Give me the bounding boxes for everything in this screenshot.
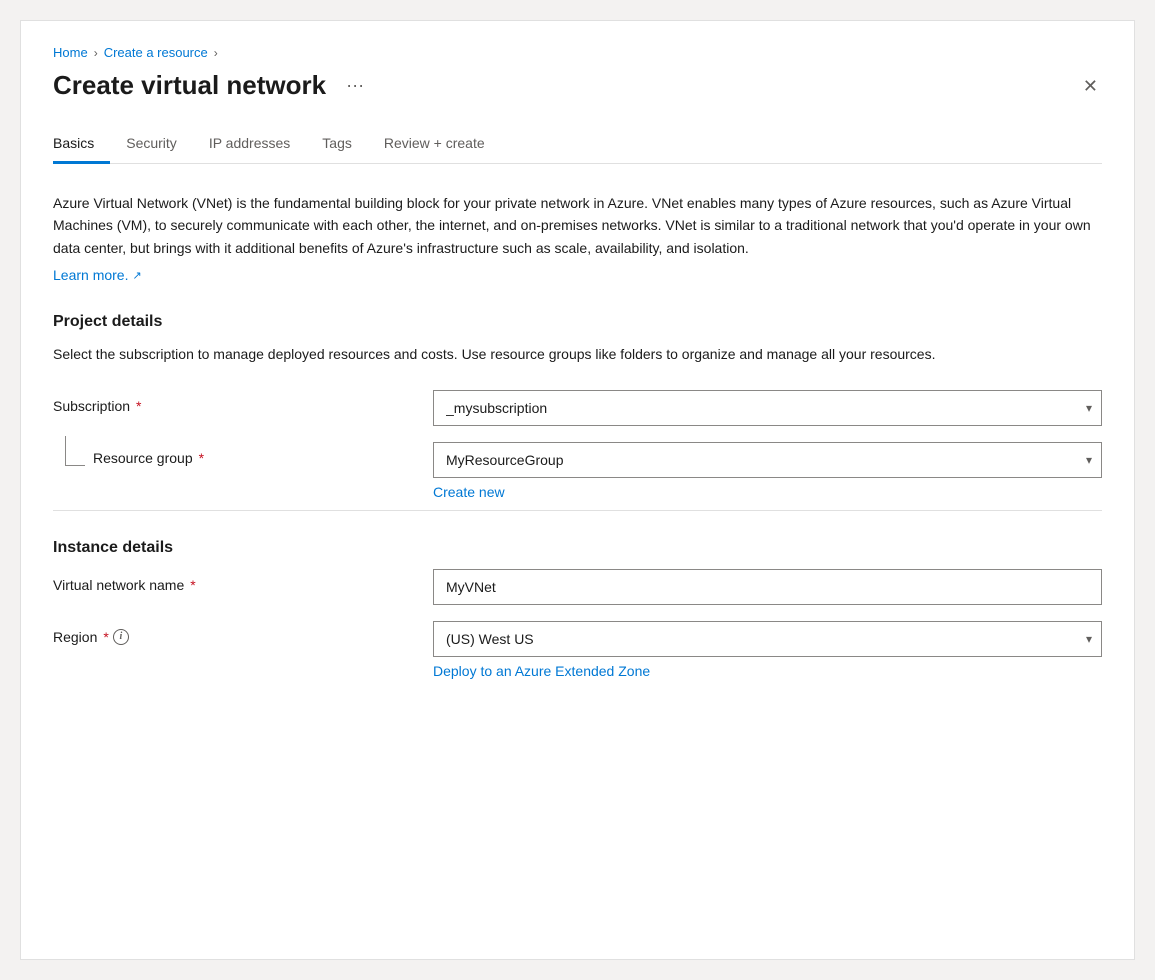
header-row: Create virtual network ··· ✕ <box>53 70 1102 101</box>
breadcrumb-sep-1: › <box>94 46 98 60</box>
more-options-button[interactable]: ··· <box>338 71 372 100</box>
project-details-title: Project details <box>53 313 1102 331</box>
region-dropdown[interactable]: (US) West US <box>433 621 1102 657</box>
create-new-link[interactable]: Create new <box>433 484 505 500</box>
subscription-row: Subscription * _mysubscription ▾ <box>53 390 1102 426</box>
vnet-name-required: * <box>190 577 195 593</box>
learn-more-link[interactable]: Learn more. ↗ <box>53 267 142 283</box>
subscription-label-col: Subscription * <box>53 390 433 414</box>
breadcrumb-sep-2: › <box>214 46 218 60</box>
tab-review-create[interactable]: Review + create <box>368 125 501 164</box>
tab-security[interactable]: Security <box>110 125 193 164</box>
rg-label-col: Resource group * <box>53 442 433 466</box>
breadcrumb: Home › Create a resource › <box>53 45 1102 60</box>
tab-tags[interactable]: Tags <box>306 125 368 164</box>
header-left: Create virtual network ··· <box>53 70 372 101</box>
subscription-dropdown-wrapper: _mysubscription ▾ <box>433 390 1102 426</box>
vnet-name-control <box>433 569 1102 605</box>
region-label: Region * i <box>53 629 433 645</box>
description-text: Azure Virtual Network (VNet) is the fund… <box>53 192 1093 259</box>
region-info-icon[interactable]: i <box>113 629 129 645</box>
rg-connector <box>65 436 85 466</box>
external-link-icon: ↗ <box>132 269 141 282</box>
rg-dropdown-wrapper: MyResourceGroup ▾ <box>433 442 1102 478</box>
subscription-required: * <box>136 398 141 414</box>
region-control: (US) West US ▾ Deploy to an Azure Extend… <box>433 621 1102 681</box>
breadcrumb-create-resource[interactable]: Create a resource <box>104 45 208 60</box>
breadcrumb-home[interactable]: Home <box>53 45 88 60</box>
resource-group-dropdown[interactable]: MyResourceGroup <box>433 442 1102 478</box>
region-label-col: Region * i <box>53 621 433 645</box>
project-details-section: Project details Select the subscription … <box>53 313 1102 501</box>
project-details-description: Select the subscription to manage deploy… <box>53 343 1093 365</box>
rg-control: MyResourceGroup ▾ Create new <box>433 442 1102 502</box>
deploy-extended-zone-link[interactable]: Deploy to an Azure Extended Zone <box>433 663 650 679</box>
subscription-control: _mysubscription ▾ <box>433 390 1102 426</box>
close-button[interactable]: ✕ <box>1079 73 1102 99</box>
section-divider <box>53 510 1102 511</box>
subscription-label: Subscription * <box>53 398 433 414</box>
resource-group-label: Resource group * <box>93 450 204 466</box>
tabs-container: Basics Security IP addresses Tags Review… <box>53 125 1102 164</box>
rg-required: * <box>199 450 204 466</box>
create-vnet-panel: Home › Create a resource › Create virtua… <box>20 20 1135 960</box>
vnet-name-input[interactable] <box>433 569 1102 605</box>
vnet-name-row: Virtual network name * <box>53 569 1102 605</box>
region-required: * <box>103 629 108 645</box>
tab-ip-addresses[interactable]: IP addresses <box>193 125 306 164</box>
tab-basics[interactable]: Basics <box>53 125 110 164</box>
region-dropdown-wrapper: (US) West US ▾ <box>433 621 1102 657</box>
subscription-dropdown[interactable]: _mysubscription <box>433 390 1102 426</box>
page-title: Create virtual network <box>53 70 326 101</box>
resource-group-row: Resource group * MyResourceGroup ▾ Creat… <box>53 442 1102 502</box>
vnet-name-label-col: Virtual network name * <box>53 569 433 593</box>
instance-details-section: Instance details Virtual network name * … <box>53 539 1102 681</box>
vnet-name-label: Virtual network name * <box>53 577 433 593</box>
region-row: Region * i (US) West US ▾ Deploy to an A… <box>53 621 1102 681</box>
instance-details-title: Instance details <box>53 539 1102 557</box>
